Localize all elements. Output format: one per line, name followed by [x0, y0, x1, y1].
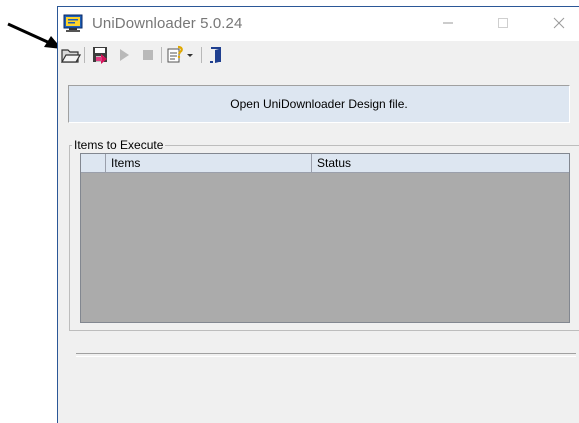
- settings-wizard-icon[interactable]: [166, 45, 186, 65]
- toolbar-separator: [84, 47, 85, 63]
- list-header: Items Status: [81, 154, 569, 173]
- groupbox-label: Items to Execute: [72, 138, 166, 152]
- banner-text: Open UniDownloader Design file.: [230, 97, 408, 111]
- column-header-selector[interactable]: [81, 154, 106, 172]
- divider: [76, 353, 576, 357]
- toolbar-separator: [201, 47, 202, 63]
- open-folder-icon[interactable]: [61, 45, 81, 65]
- items-list[interactable]: Items Status: [80, 153, 570, 323]
- exit-door-icon[interactable]: [207, 45, 227, 65]
- close-icon[interactable]: [541, 10, 577, 36]
- save-disk-icon[interactable]: [90, 45, 110, 65]
- column-header-status[interactable]: Status: [312, 154, 569, 172]
- stop-icon[interactable]: [138, 45, 158, 65]
- app-window: UniDownloader 5.0.24 Open UniDownloader …: [57, 6, 579, 423]
- chevron-down-icon[interactable]: [185, 45, 195, 65]
- play-icon[interactable]: [114, 45, 134, 65]
- title-bar[interactable]: UniDownloader 5.0.24: [58, 7, 579, 41]
- minimize-icon[interactable]: [430, 10, 466, 36]
- toolbar-separator: [161, 47, 162, 63]
- maximize-icon[interactable]: [485, 10, 521, 36]
- toolbar: [58, 41, 579, 69]
- status-banner: Open UniDownloader Design file.: [68, 85, 570, 123]
- column-header-items[interactable]: Items: [106, 154, 312, 172]
- window-title: UniDownloader 5.0.24: [92, 15, 243, 32]
- app-icon: [63, 14, 83, 32]
